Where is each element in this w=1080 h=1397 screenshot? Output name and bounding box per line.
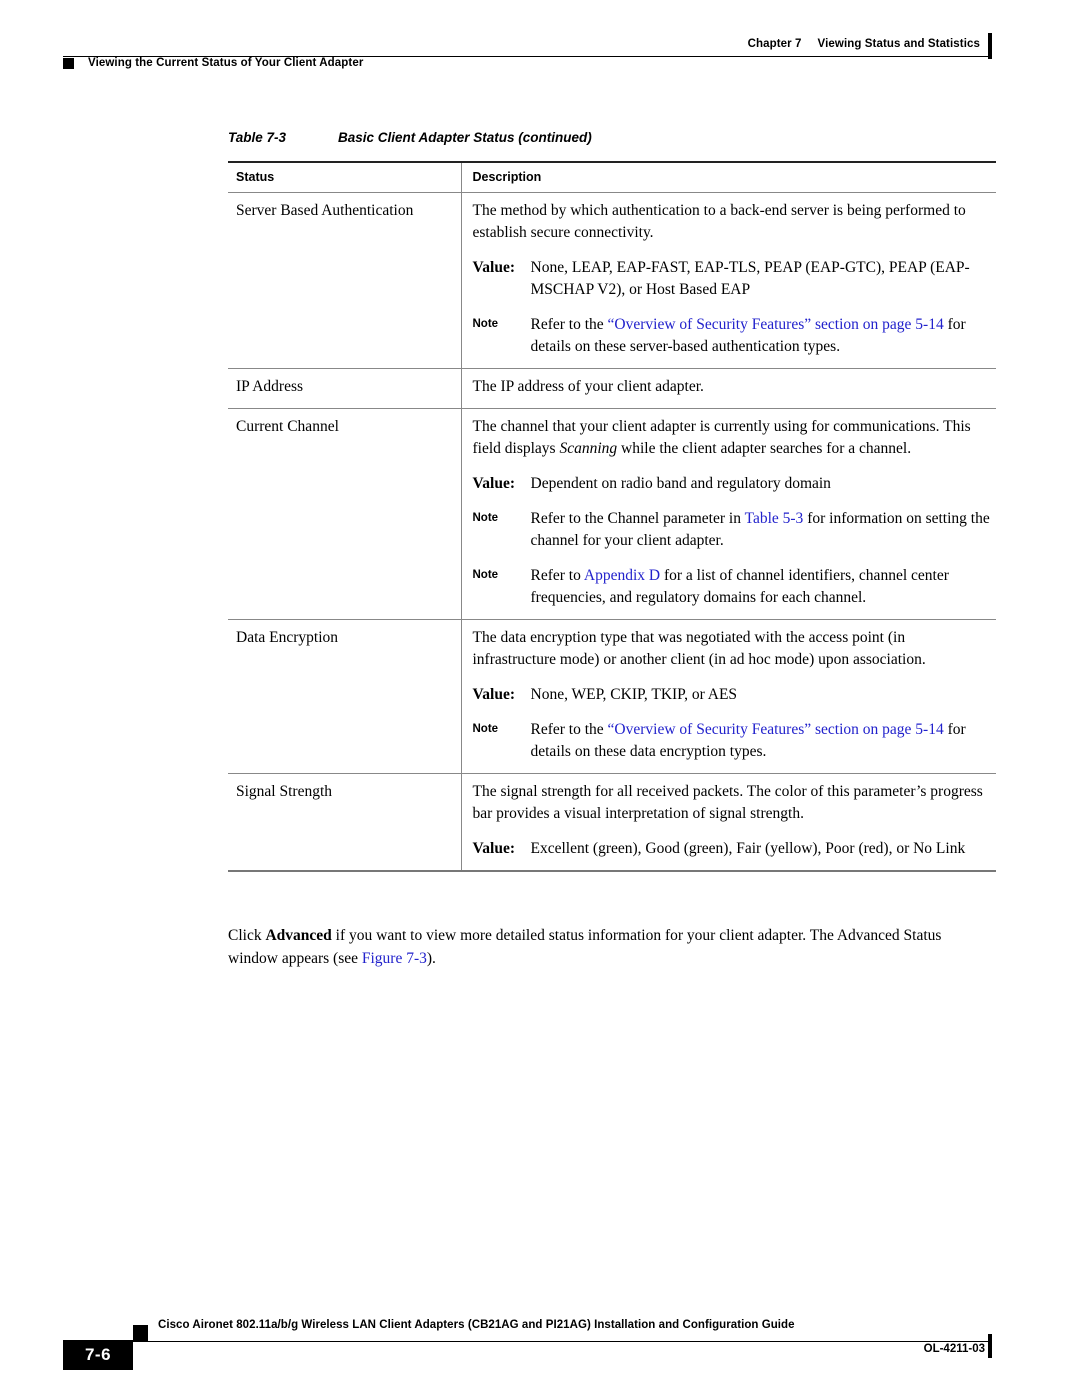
table-row: Signal Strength The signal strength for … bbox=[228, 773, 996, 872]
footer-guide-title: Cisco Aironet 802.11a/b/g Wireless LAN C… bbox=[158, 1319, 795, 1331]
value-label: Value: bbox=[472, 259, 516, 276]
note-text-before: Refer to the bbox=[530, 316, 608, 333]
header-bullet-square-icon bbox=[63, 58, 74, 69]
content-area: Table 7-3 Basic Client Adapter Status (co… bbox=[228, 130, 996, 872]
body-part-1: Click bbox=[228, 927, 266, 944]
value-row: Value: None, LEAP, EAP-FAST, EAP-TLS, PE… bbox=[473, 257, 993, 301]
description-cell: The signal strength for all received pac… bbox=[460, 773, 996, 872]
note-label: Note bbox=[472, 512, 499, 524]
footer-rule bbox=[63, 1341, 990, 1342]
status-cell: IP Address bbox=[228, 368, 461, 409]
table-header-row: Status Description bbox=[228, 161, 996, 193]
status-cell: Data Encryption bbox=[228, 619, 461, 774]
description-text: The IP address of your client adapter. bbox=[472, 378, 704, 395]
note-row: Note Refer to the “Overview of Security … bbox=[473, 314, 993, 358]
description-cell: The data encryption type that was negoti… bbox=[460, 619, 996, 774]
note-text: Refer to Appendix D for a list of channe… bbox=[531, 565, 993, 609]
page-footer bbox=[0, 1300, 1080, 1380]
status-label: Signal Strength bbox=[236, 783, 333, 800]
table-row: IP Address The IP address of your client… bbox=[228, 368, 996, 409]
note-link[interactable]: Table 5-3 bbox=[745, 510, 804, 527]
note-row: Note Refer to the “Overview of Security … bbox=[473, 719, 993, 763]
note-label: Note bbox=[472, 723, 499, 735]
value-text: None, WEP, CKIP, TKIP, or AES bbox=[530, 686, 738, 703]
body-paragraph: Click Advanced if you want to view more … bbox=[228, 925, 988, 970]
header-chapter-title: Viewing Status and Statistics bbox=[817, 38, 980, 50]
header-running-head: Viewing the Current Status of Your Clien… bbox=[88, 57, 364, 69]
status-cell: Current Channel bbox=[228, 408, 461, 620]
note-text-before: Refer to the bbox=[530, 721, 608, 738]
table-caption-number: Table 7-3 bbox=[228, 130, 287, 145]
value-label: Value: bbox=[472, 840, 516, 857]
footer-document-id: OL-4211-03 bbox=[923, 1343, 985, 1355]
note-link[interactable]: Appendix D bbox=[584, 567, 660, 584]
description-text: The data encryption type that was negoti… bbox=[472, 629, 926, 668]
footer-bullet-square-icon bbox=[133, 1325, 148, 1341]
table-caption: Table 7-3 Basic Client Adapter Status (co… bbox=[228, 130, 996, 145]
note-text: Refer to the “Overview of Security Featu… bbox=[531, 314, 993, 358]
note-row: Note Refer to the Channel parameter in T… bbox=[473, 508, 993, 552]
description-cell: The IP address of your client adapter. bbox=[460, 368, 996, 409]
body-part-3: ). bbox=[426, 949, 436, 967]
status-label: Server Based Authentication bbox=[236, 202, 414, 219]
description-text: The signal strength for all received pac… bbox=[472, 783, 983, 822]
note-text-before: Refer to the Channel parameter in bbox=[530, 510, 745, 527]
table-row: Data Encryption The data encryption type… bbox=[228, 619, 996, 774]
description-text: The channel that your client adapter is … bbox=[473, 416, 993, 460]
value-row: Value: None, WEP, CKIP, TKIP, or AES bbox=[473, 684, 993, 706]
note-text-before: Refer to bbox=[530, 567, 584, 584]
value-row: Value: Excellent (green), Good (green), … bbox=[473, 838, 993, 860]
status-label: IP Address bbox=[236, 378, 304, 395]
value-text: None, LEAP, EAP-FAST, EAP-TLS, PEAP (EAP… bbox=[530, 259, 970, 298]
footer-end-bar bbox=[988, 1334, 992, 1358]
status-label: Data Encryption bbox=[236, 629, 339, 646]
body-part-2: if you want to view more detailed status… bbox=[228, 927, 942, 967]
description-cell: The channel that your client adapter is … bbox=[460, 408, 996, 620]
description-text: The method by which authentication to a … bbox=[472, 202, 966, 241]
column-header-description: Description bbox=[460, 161, 996, 193]
note-label: Note bbox=[472, 569, 499, 581]
column-header-status: Status bbox=[228, 161, 461, 193]
header-chapter-number: Chapter 7 bbox=[747, 38, 802, 50]
value-label: Value: bbox=[472, 686, 516, 703]
header-chapter-info: Chapter 7 Viewing Status and Statistics bbox=[748, 38, 980, 50]
status-cell: Server Based Authentication bbox=[228, 192, 461, 369]
description-italic-term: Scanning bbox=[559, 440, 618, 457]
note-text: Refer to the “Overview of Security Featu… bbox=[531, 719, 993, 763]
note-text: Refer to the Channel parameter in Table … bbox=[531, 508, 993, 552]
body-bold-advanced: Advanced bbox=[265, 927, 332, 944]
table-row: Server Based Authentication The method b… bbox=[228, 192, 996, 369]
basic-client-adapter-status-table: Status Description Server Based Authenti… bbox=[228, 161, 996, 872]
status-label: Current Channel bbox=[236, 418, 339, 435]
description-cell: The method by which authentication to a … bbox=[460, 192, 996, 369]
status-cell: Signal Strength bbox=[228, 773, 461, 872]
table-row: Current Channel The channel that your cl… bbox=[228, 408, 996, 620]
value-text: Excellent (green), Good (green), Fair (y… bbox=[530, 840, 966, 857]
note-link[interactable]: “Overview of Security Features” section … bbox=[608, 721, 944, 738]
table-caption-title: Basic Client Adapter Status (continued) bbox=[338, 130, 592, 145]
note-link[interactable]: “Overview of Security Features” section … bbox=[608, 316, 944, 333]
description-part-2: while the client adapter searches for a … bbox=[617, 440, 912, 457]
body-figure-link[interactable]: Figure 7-3 bbox=[362, 950, 427, 967]
value-label: Value: bbox=[472, 475, 516, 492]
note-label: Note bbox=[472, 318, 499, 330]
page-header: Chapter 7 Viewing Status and Statistics V… bbox=[0, 0, 1080, 90]
footer-page-number: 7-6 bbox=[63, 1340, 133, 1370]
value-text: Dependent on radio band and regulatory d… bbox=[530, 475, 831, 492]
value-row: Value: Dependent on radio band and regul… bbox=[473, 473, 993, 495]
note-row: Note Refer to Appendix D for a list of c… bbox=[473, 565, 993, 609]
